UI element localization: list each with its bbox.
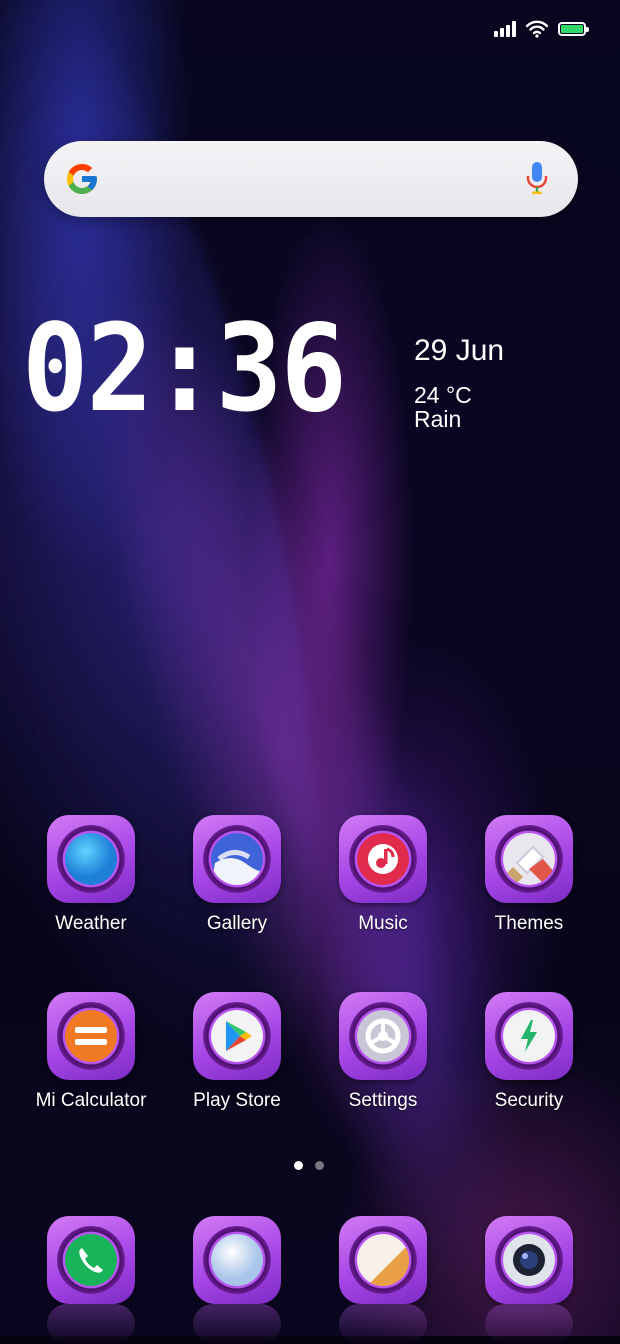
gallery-icon — [211, 833, 263, 885]
dock-reflection — [193, 1304, 281, 1344]
clock-date[interactable]: 29 Jun — [414, 334, 504, 368]
browser-icon — [357, 1234, 409, 1286]
google-g-icon — [67, 164, 97, 194]
wifi-icon — [526, 20, 548, 38]
app-label: Settings — [348, 1090, 418, 1111]
status-bar — [494, 18, 589, 40]
dock-camera[interactable] — [456, 1216, 602, 1304]
dock-reflection — [339, 1304, 427, 1344]
play-store-icon — [211, 1010, 263, 1062]
dock-phone[interactable] — [18, 1216, 164, 1304]
messages-icon — [211, 1234, 263, 1286]
camera-icon — [503, 1234, 555, 1286]
themes-icon — [503, 833, 555, 885]
app-weather[interactable]: Weather — [18, 815, 164, 935]
battery-icon — [558, 22, 589, 36]
app-label: Weather — [55, 913, 127, 934]
security-icon — [503, 1010, 555, 1062]
google-search-bar[interactable] — [44, 141, 578, 217]
mic-icon[interactable] — [526, 161, 548, 197]
music-icon — [357, 833, 409, 885]
dock-messages[interactable] — [164, 1216, 310, 1304]
signal-icon — [494, 21, 516, 37]
weather-icon — [65, 833, 117, 885]
page-indicator — [294, 1161, 324, 1170]
app-label: Security — [494, 1090, 564, 1111]
app-mi-calculator[interactable]: Mi Calculator — [18, 992, 164, 1112]
dock-reflection — [47, 1304, 135, 1344]
app-label: Themes — [494, 913, 564, 934]
app-settings[interactable]: Settings — [310, 992, 456, 1112]
app-themes[interactable]: Themes — [456, 815, 602, 935]
page-dot-active — [294, 1161, 303, 1170]
settings-icon — [357, 1010, 409, 1062]
dock-reflection — [485, 1304, 573, 1344]
calculator-icon — [65, 1010, 117, 1062]
app-gallery[interactable]: Gallery — [164, 815, 310, 935]
app-play-store[interactable]: Play Store — [164, 992, 310, 1112]
app-label: Play Store — [193, 1090, 281, 1111]
clock-time[interactable]: 02:36 — [22, 300, 347, 440]
app-label: Gallery — [206, 913, 268, 934]
dock-browser[interactable] — [310, 1216, 456, 1304]
app-label: Music — [358, 913, 408, 934]
app-label: Mi Calculator — [35, 1090, 147, 1111]
app-security[interactable]: Security — [456, 992, 602, 1112]
weather-condition[interactable]: Rain — [414, 406, 461, 433]
phone-icon — [65, 1234, 117, 1286]
weather-temperature[interactable]: 24 °C — [414, 382, 472, 409]
app-music[interactable]: Music — [310, 815, 456, 935]
page-dot — [315, 1161, 324, 1170]
